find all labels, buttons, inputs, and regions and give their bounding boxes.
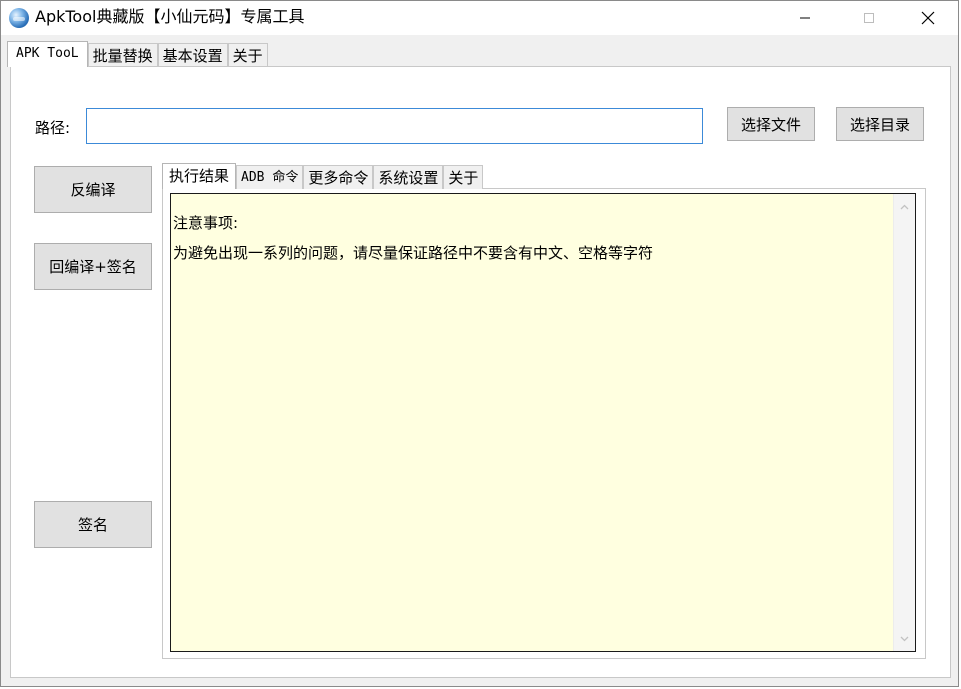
command-tab-strip: 执行结果 ADB 命令 更多命令 系统设置 关于 bbox=[162, 163, 484, 189]
minimize-icon bbox=[800, 17, 810, 19]
tab-apk-tool[interactable]: APK TooL bbox=[7, 41, 88, 67]
globe-icon bbox=[9, 8, 29, 28]
chevron-up-icon bbox=[900, 204, 909, 209]
tab-exec-result[interactable]: 执行结果 bbox=[162, 163, 237, 189]
app-window: ApkTool典藏版【小仙元码】专属工具 APK TooL 批量替换 基本设置 … bbox=[0, 0, 959, 687]
output-text: 注意事项: 为避免出现一系列的问题，请尽量保证路径中不要含有中文、空格等字符 bbox=[173, 214, 654, 262]
tab-basic-settings[interactable]: 基本设置 bbox=[157, 43, 228, 67]
command-tab-area: 执行结果 ADB 命令 更多命令 系统设置 关于 注意事项: 为避免出现一系列的… bbox=[162, 163, 926, 659]
select-file-button[interactable]: 选择文件 bbox=[727, 107, 815, 141]
tab-adb-command[interactable]: ADB 命令 bbox=[236, 165, 304, 189]
select-directory-button[interactable]: 选择目录 bbox=[836, 107, 924, 141]
decompile-button[interactable]: 反编译 bbox=[34, 166, 152, 213]
output-textarea[interactable]: 注意事项: 为避免出现一系列的问题，请尽量保证路径中不要含有中文、空格等字符 bbox=[170, 193, 916, 652]
main-tab-strip: APK TooL 批量替换 基本设置 关于 bbox=[7, 41, 268, 67]
maximize-button[interactable] bbox=[846, 1, 892, 35]
window-title: ApkTool典藏版【小仙元码】专属工具 bbox=[35, 7, 305, 26]
vertical-scrollbar[interactable] bbox=[893, 194, 915, 651]
scroll-down-button[interactable] bbox=[894, 628, 915, 649]
tab-about-inner[interactable]: 关于 bbox=[443, 165, 484, 189]
title-bar[interactable]: ApkTool典藏版【小仙元码】专属工具 bbox=[1, 1, 958, 35]
maximize-icon bbox=[864, 13, 874, 23]
tab-about[interactable]: 关于 bbox=[227, 43, 268, 67]
tab-more-commands[interactable]: 更多命令 bbox=[303, 165, 374, 189]
recompile-sign-button[interactable]: 回编译+签名 bbox=[34, 243, 152, 290]
tab-system-settings[interactable]: 系统设置 bbox=[373, 165, 444, 189]
scroll-up-button[interactable] bbox=[894, 196, 915, 217]
close-icon bbox=[921, 11, 935, 25]
path-label: 路径: bbox=[35, 119, 71, 137]
sign-button[interactable]: 签名 bbox=[34, 501, 152, 548]
tab-batch-replace[interactable]: 批量替换 bbox=[87, 43, 158, 67]
chevron-down-icon bbox=[900, 636, 909, 641]
close-button[interactable] bbox=[905, 1, 951, 35]
path-input[interactable] bbox=[86, 108, 703, 144]
minimize-button[interactable] bbox=[782, 1, 828, 35]
